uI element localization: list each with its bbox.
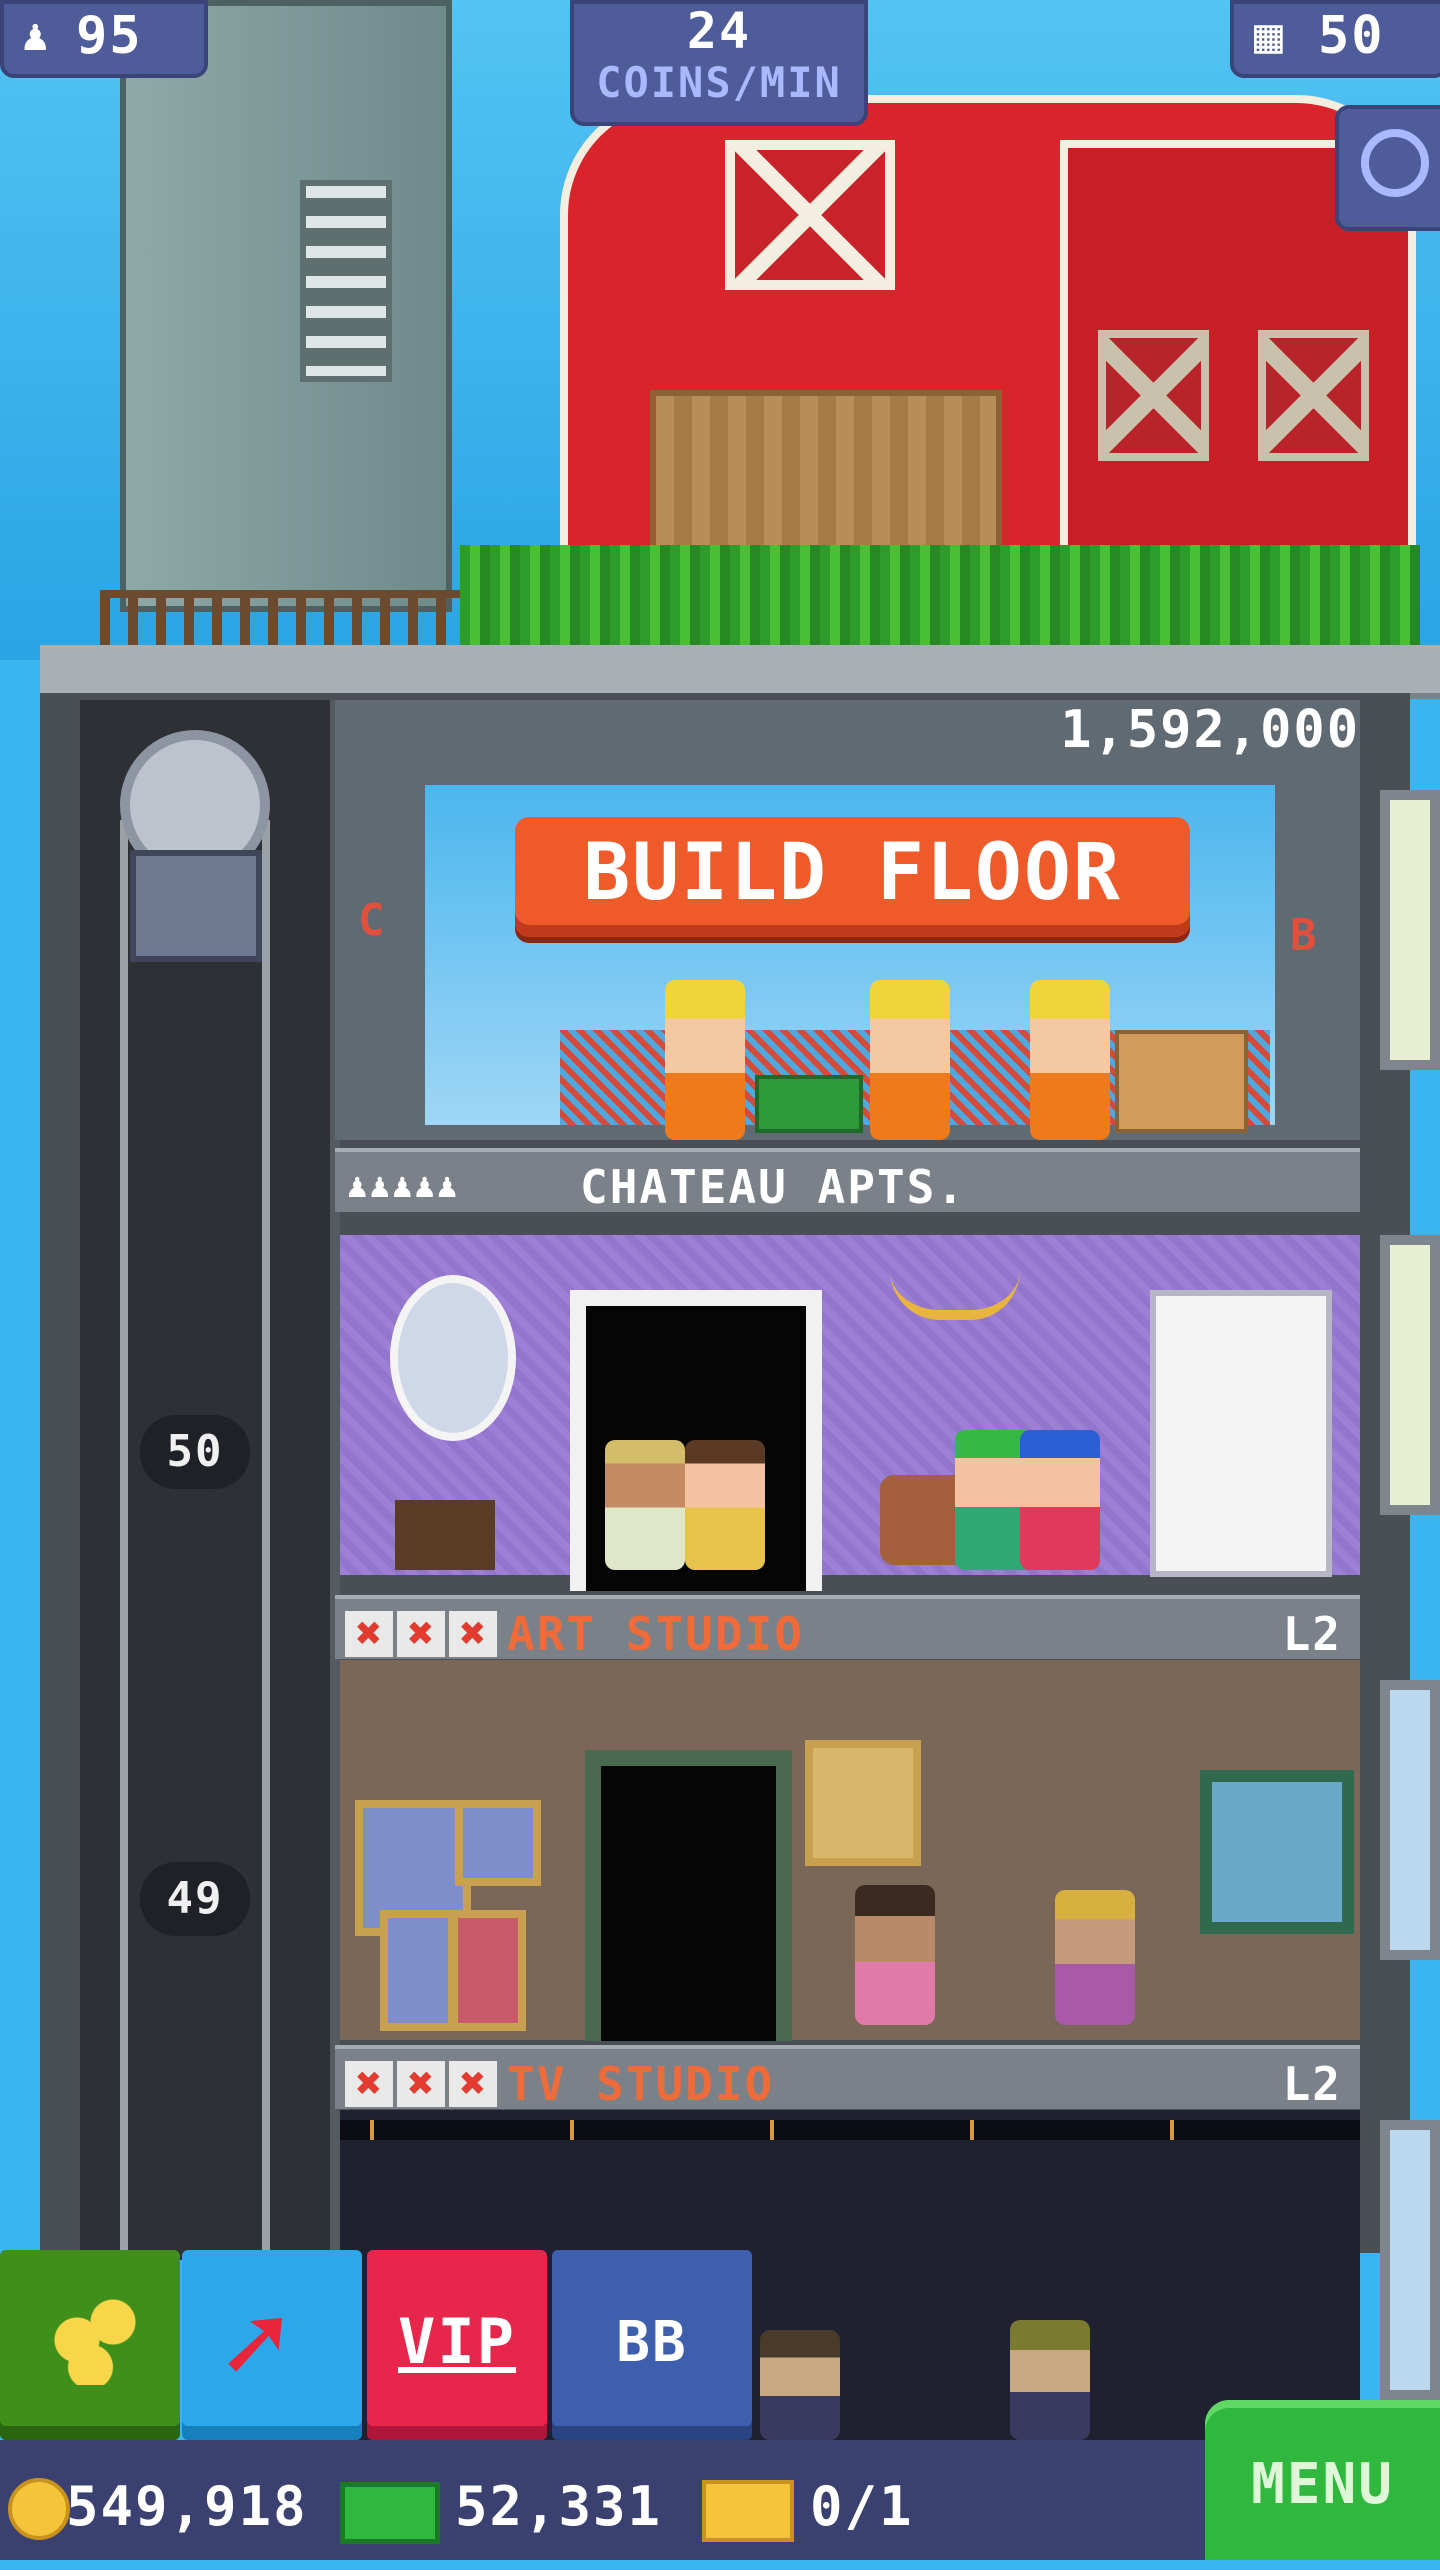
population-counter[interactable]: ♟ 95 — [0, 0, 208, 78]
art-studio-door — [585, 1750, 792, 2041]
build-side-right: B — [1290, 910, 1319, 961]
floor-level-tv-studio: L2 — [1282, 2057, 1342, 2111]
tv-crew-1 — [760, 2330, 840, 2440]
grass — [460, 545, 1420, 645]
right-window-strip-2 — [1380, 1235, 1440, 1515]
lift-arrow-icon: ➚ — [222, 2280, 289, 2408]
elevator-floor-marker-49: 49 — [140, 1862, 250, 1936]
floor-label-art-studio[interactable]: ✖ ✖ ✖ ART STUDIO L2 — [335, 1595, 1360, 1661]
bux-icon — [340, 2482, 440, 2544]
worker-2 — [870, 980, 950, 1140]
build-side-left: C — [358, 895, 387, 946]
barn-window-2 — [1258, 330, 1369, 461]
tv-crew-2 — [1010, 2320, 1090, 2440]
floor-level-art-studio: L2 — [1282, 1607, 1342, 1661]
coin-icon — [8, 2478, 70, 2540]
barn-loft-window — [725, 140, 895, 290]
windmill-building — [120, 0, 452, 612]
vip-button[interactable]: VIP — [367, 2250, 547, 2440]
bb-label: BB — [616, 2310, 688, 2375]
floor-name-art-studio: ART STUDIO — [507, 1607, 804, 1661]
bitbook-button[interactable]: BB — [552, 2250, 752, 2440]
star-empty-icon: ✖ — [397, 2061, 445, 2107]
elevator-motor-body — [130, 850, 262, 962]
population-icon: ♟ — [22, 10, 49, 61]
residents-icons: ♟♟♟♟♟ — [347, 1166, 460, 1206]
resident-1 — [605, 1440, 685, 1570]
elevator-rail-right — [262, 820, 270, 2260]
painting-5 — [450, 1910, 526, 2031]
tower-roof — [40, 645, 1440, 699]
floor-label-chateau[interactable]: ♟♟♟♟♟ CHATEAU APTS. — [335, 1148, 1360, 1214]
floors-icon: ▦ — [1254, 8, 1283, 64]
painting-2 — [455, 1800, 541, 1886]
worker-1 — [665, 980, 745, 1140]
floors-value: 50 — [1318, 6, 1385, 66]
worker-3 — [1030, 980, 1110, 1140]
floor-name-tv-studio: TV STUDIO — [507, 2057, 775, 2111]
right-window-strip-1 — [1380, 790, 1440, 1070]
wardrobe — [1150, 1290, 1332, 1577]
coins-stack-icon — [50, 2295, 140, 2385]
wooden-crates — [1115, 1030, 1248, 1133]
artist-2 — [1055, 1890, 1135, 2025]
bux-value: 52,331 — [455, 2475, 663, 2538]
elevator-rail-left — [120, 820, 128, 2260]
menu-button[interactable]: MENU — [1205, 2400, 1440, 2560]
floor-name-chateau: CHATEAU APTS. — [580, 1160, 967, 1214]
oval-mirror — [390, 1275, 516, 1441]
studio-lights-bar — [340, 2120, 1360, 2140]
windmill-ladder — [300, 180, 392, 382]
resident-2 — [685, 1440, 765, 1570]
star-empty-icon: ✖ — [449, 1611, 497, 1657]
floors-counter[interactable]: ▦ 50 — [1230, 0, 1440, 78]
lift-button[interactable]: ➚ — [182, 2250, 362, 2440]
population-value: 95 — [76, 6, 143, 66]
search-button[interactable] — [1335, 105, 1440, 231]
stars-tv-studio: ✖ ✖ ✖ — [345, 2055, 501, 2109]
floor-label-tv-studio[interactable]: ✖ ✖ ✖ TV STUDIO L2 — [335, 2045, 1360, 2111]
coins-value: 549,918 — [66, 2475, 308, 2538]
toolbox — [755, 1075, 863, 1133]
coins-per-min-panel: 24 COINS/MIN — [570, 0, 868, 126]
side-table — [395, 1500, 495, 1570]
ticket-icon — [702, 2480, 794, 2542]
painting-4 — [380, 1910, 456, 2031]
right-window-strip-4 — [1380, 2120, 1440, 2400]
stars-art-studio: ✖ ✖ ✖ — [345, 1605, 501, 1659]
star-empty-icon: ✖ — [345, 2061, 393, 2107]
resident-4 — [1020, 1430, 1100, 1570]
build-price: 1,592,000 — [1060, 700, 1360, 760]
barn-window-1 — [1098, 330, 1209, 461]
artist-1 — [855, 1885, 935, 2025]
right-window-strip-3 — [1380, 1680, 1440, 1960]
painting-3 — [805, 1740, 921, 1866]
elevator-floor-marker-50: 50 — [140, 1415, 250, 1489]
art-studio-window — [1200, 1770, 1354, 1934]
coins-per-min-value: 24 — [686, 2, 752, 60]
coins-button[interactable] — [0, 2250, 180, 2440]
search-icon — [1361, 129, 1429, 197]
coins-per-min-label: COINS/MIN — [596, 58, 842, 107]
star-empty-icon: ✖ — [397, 1611, 445, 1657]
build-floor-button[interactable]: BUILD FLOOR — [515, 817, 1190, 937]
star-empty-icon: ✖ — [449, 2061, 497, 2107]
tickets-value: 0/1 — [810, 2475, 914, 2538]
star-empty-icon: ✖ — [345, 1611, 393, 1657]
elevator-motor — [100, 720, 290, 980]
vip-label: VIP — [398, 2305, 516, 2378]
fence — [100, 590, 480, 653]
